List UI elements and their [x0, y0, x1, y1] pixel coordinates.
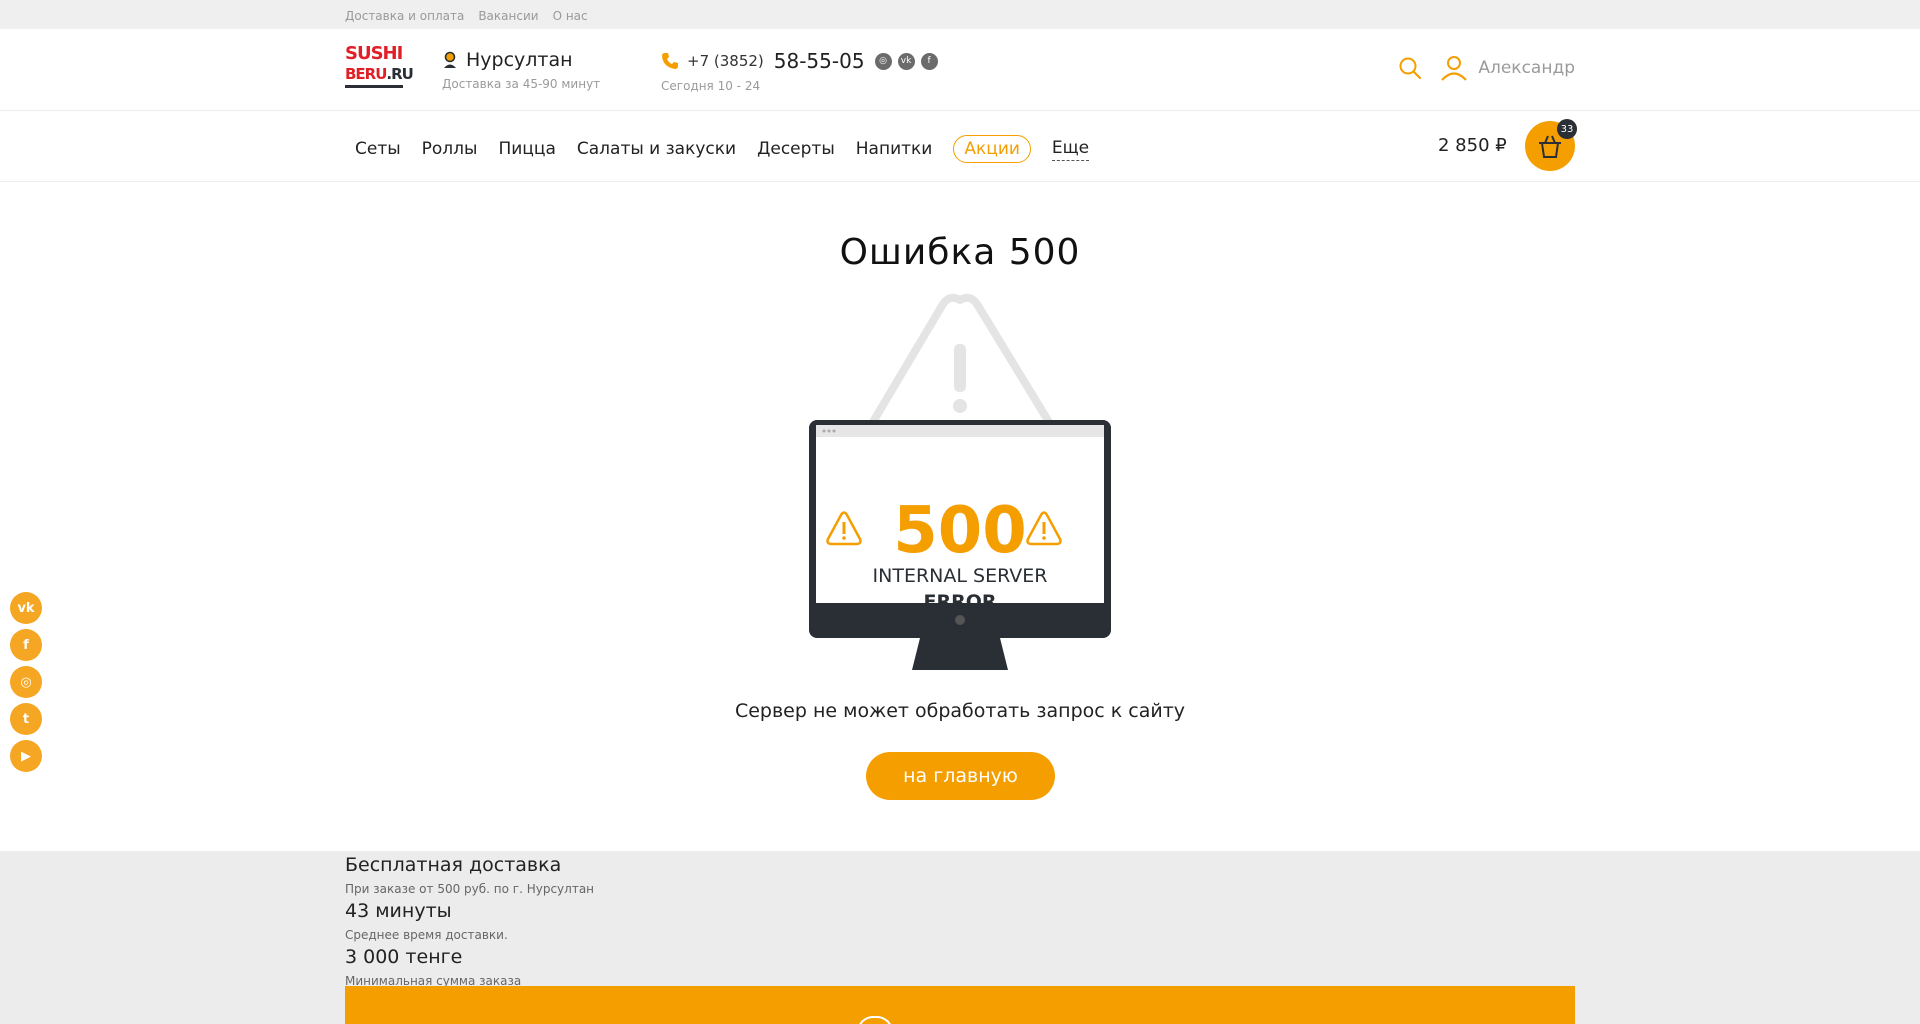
nav-item-salads[interactable]: Салаты и закуски	[577, 139, 736, 159]
delivery-info-footer: Бесплатная доставка При заказе от 500 ру…	[0, 851, 1920, 1024]
top-link-vacancies[interactable]: Вакансии	[478, 9, 538, 23]
phone-icon	[662, 53, 678, 69]
phone-code: +7 (3852)	[687, 52, 764, 70]
nav-item-desserts[interactable]: Десерты	[757, 139, 835, 159]
top-link-about[interactable]: О нас	[553, 9, 588, 23]
nav-item-rolls[interactable]: Роллы	[422, 139, 478, 159]
logo-line1: SUSHI	[345, 43, 403, 64]
instagram-icon[interactable]: ◎	[10, 666, 42, 698]
error-message: Сервер не может обработать запрос к сайт…	[734, 700, 1186, 722]
nav-item-more[interactable]: Еще	[1051, 138, 1090, 161]
error-code-text: 500	[893, 494, 1027, 568]
min-order-title: 3 000 тенге	[345, 946, 463, 968]
top-links: Доставка и оплата Вакансии О нас	[345, 9, 588, 23]
facebook-icon[interactable]: f	[10, 629, 42, 661]
working-hours: Сегодня 10 - 24	[661, 79, 761, 93]
error-label-line1: INTERNAL SERVER	[873, 565, 1048, 587]
footer-arc-icon	[857, 1016, 893, 1024]
delivery-time-sub: Среднее время доставки.	[345, 928, 508, 942]
basket-icon	[1539, 135, 1561, 158]
nav-item-drinks[interactable]: Напитки	[856, 139, 933, 159]
logo-line2: BERU.RU	[345, 65, 414, 83]
twitter-icon[interactable]: t	[10, 703, 42, 735]
vk-icon[interactable]: vk	[897, 52, 915, 70]
user-name: Александр	[1478, 58, 1575, 78]
phone-number[interactable]: 58-55-05	[774, 49, 865, 73]
free-delivery-title: Бесплатная доставка	[345, 854, 562, 876]
city-name: Нурсултан	[466, 49, 573, 71]
fs-icon[interactable]: f	[920, 52, 938, 70]
free-delivery-sub: При заказе от 500 руб. по г. Нурсултан	[345, 882, 595, 896]
sushiberu-logo[interactable]: SUSHI BERU.RU	[345, 43, 414, 95]
search-icon[interactable]	[1398, 56, 1422, 80]
user-icon	[1441, 56, 1468, 81]
page-title: Ошибка 500	[839, 232, 1081, 273]
cart-total: 2 850 ₽	[1438, 135, 1507, 156]
nav-item-sets[interactable]: Сеты	[355, 139, 401, 159]
user-account[interactable]: Александр	[1440, 55, 1575, 81]
go-home-button[interactable]: на главную	[866, 752, 1055, 800]
header-actions: Александр	[1398, 55, 1575, 81]
delivery-time-title: 43 минуты	[345, 900, 452, 922]
city-selector[interactable]: Нурсултан Доставка за 45-90 минут	[442, 49, 600, 91]
side-social-bar: vk f ◎ t ▶	[10, 592, 42, 772]
youtube-icon[interactable]: ▶	[10, 740, 42, 772]
top-utility-bar: Доставка и оплата Вакансии О нас	[0, 0, 1920, 29]
delivery-time-text: Доставка за 45-90 минут	[442, 77, 601, 91]
error-500-illustration: 500 INTERNAL SERVER ERROR	[809, 293, 1111, 670]
top-link-delivery[interactable]: Доставка и оплата	[345, 9, 464, 23]
cart-button[interactable]: 33	[1525, 119, 1577, 171]
nav-item-promo[interactable]: Акции	[953, 135, 1031, 163]
nav-item-pizza[interactable]: Пицца	[498, 139, 555, 159]
logo-underline	[345, 85, 403, 88]
category-nav: Сеты Роллы Пицца Салаты и закуски Десерт…	[0, 111, 1920, 182]
error-label-line2: ERROR	[923, 591, 996, 613]
footer-orange-bar	[345, 986, 1575, 1024]
phone-block: +7 (3852) 58-55-05 ◎ vk f Сегодня 10 - 2…	[661, 49, 938, 93]
location-pin-icon	[444, 51, 456, 68]
vk-icon[interactable]: vk	[10, 592, 42, 624]
instagram-icon[interactable]: ◎	[874, 52, 892, 70]
site-header: SUSHI BERU.RU Нурсултан Доставка за 45-9…	[0, 29, 1920, 111]
cart-count-badge: 33	[1557, 119, 1577, 139]
header-socials: ◎ vk f	[874, 52, 938, 70]
